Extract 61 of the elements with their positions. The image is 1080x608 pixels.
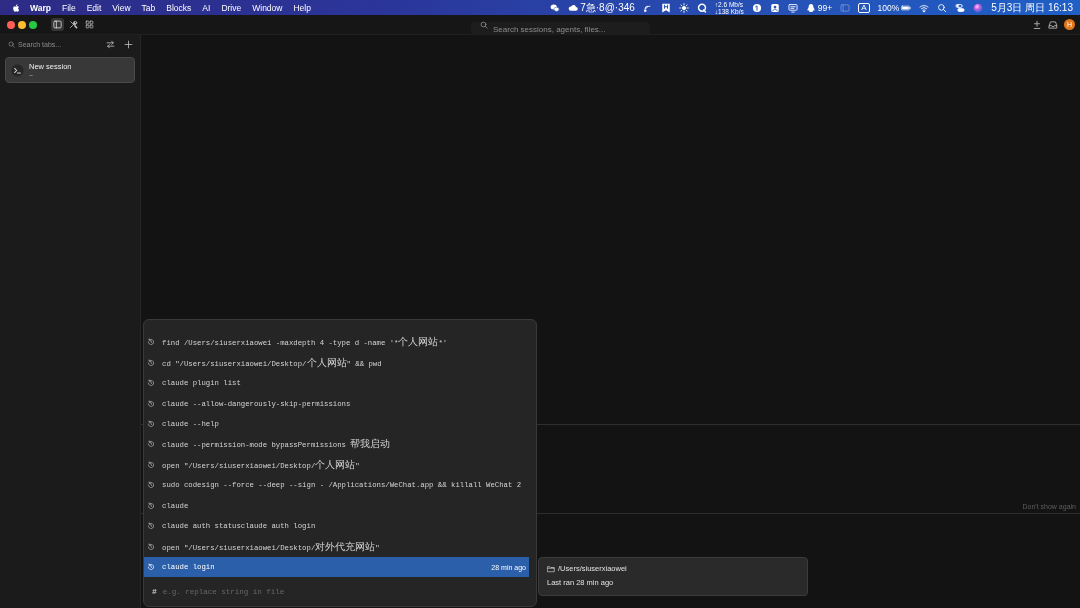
- search-icon: [480, 20, 488, 29]
- menu-item[interactable]: Blocks: [166, 2, 192, 13]
- menu-item[interactable]: Drive: [221, 2, 242, 13]
- plus-over-line-icon[interactable]: [1032, 19, 1042, 30]
- history-clock-icon: [147, 460, 155, 469]
- toggles-icon[interactable]: [955, 2, 966, 13]
- monitor-icon[interactable]: [787, 2, 798, 13]
- tools-button[interactable]: [67, 18, 80, 31]
- tile-icon[interactable]: [769, 2, 780, 13]
- history-clock-icon: [147, 338, 155, 347]
- menu-item[interactable]: AI: [202, 2, 211, 13]
- app-menu[interactable]: Warp: [30, 2, 51, 13]
- history-clock-icon: [147, 440, 155, 449]
- grid-icon: [85, 20, 94, 29]
- search-icon: [8, 40, 15, 48]
- menu-item[interactable]: Window: [252, 2, 283, 13]
- history-clock-icon: [147, 399, 155, 408]
- history-clock-icon: [147, 563, 155, 572]
- wrench-screwdriver-icon: [69, 20, 78, 29]
- orb-icon[interactable]: [973, 2, 984, 13]
- search-icon[interactable]: [937, 2, 948, 13]
- battery-percent: 100%: [877, 2, 900, 13]
- menu-item[interactable]: File: [61, 2, 76, 13]
- notification-count: 99+: [817, 2, 833, 13]
- plus-icon[interactable]: [124, 39, 133, 49]
- minimize-window-icon[interactable]: [18, 20, 26, 29]
- status-counter: 7急·8@·346: [580, 0, 635, 15]
- sidebar-icon: [53, 20, 62, 29]
- menu-bar-clock[interactable]: 5月3日 周日 16:13: [991, 0, 1073, 15]
- terminal-icon: [11, 63, 24, 77]
- penguin-icon[interactable]: [805, 2, 816, 13]
- menu-item[interactable]: Tab: [141, 2, 156, 13]
- apple-icon[interactable]: [11, 2, 21, 13]
- folder-icon: [547, 564, 555, 573]
- menu-item[interactable]: Edit: [86, 2, 102, 13]
- swap-arrows-icon[interactable]: [106, 39, 115, 49]
- bookmark-icon[interactable]: [660, 2, 671, 13]
- menu-item[interactable]: View: [112, 2, 131, 13]
- sun-icon[interactable]: [678, 2, 689, 13]
- history-clock-icon: [147, 501, 155, 510]
- history-clock-icon: [147, 481, 155, 490]
- history-clock-icon: [147, 379, 155, 388]
- ring-icon[interactable]: [696, 2, 707, 13]
- history-clock-icon: [147, 358, 155, 367]
- close-window-icon[interactable]: [7, 20, 15, 29]
- grid-view-button[interactable]: [83, 18, 96, 31]
- prompt-symbol: #: [152, 587, 157, 597]
- menu-item[interactable]: Help: [293, 2, 311, 13]
- history-clock-icon: [147, 419, 155, 428]
- circle-icon[interactable]: [751, 2, 762, 13]
- history-clock-icon: [147, 542, 155, 551]
- history-clock-icon: [147, 522, 155, 531]
- chat-bubbles-icon[interactable]: [550, 2, 561, 13]
- inbox-icon[interactable]: [1048, 19, 1058, 30]
- search-field[interactable]: Search sessions, agents, files...: [471, 22, 650, 36]
- wifi-icon[interactable]: [919, 2, 930, 13]
- cloud-icon[interactable]: [568, 2, 579, 13]
- sidebar-toggle-button[interactable]: [51, 18, 64, 31]
- battery-icon[interactable]: [901, 2, 912, 13]
- maximize-window-icon[interactable]: [29, 20, 37, 29]
- input-source-indicator[interactable]: A: [858, 2, 870, 13]
